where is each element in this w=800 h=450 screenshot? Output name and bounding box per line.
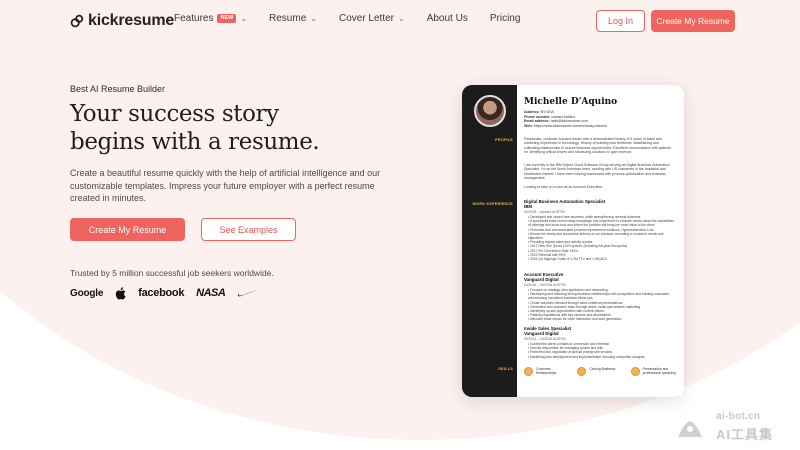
job-meta: 04/2018 – present AUSTIN bbox=[524, 210, 565, 214]
job-company: IBM bbox=[524, 204, 533, 209]
watermark: ai-bot.cn AI工具集 bbox=[676, 411, 791, 442]
hero-subtext: Create a beautiful resume quickly with t… bbox=[70, 168, 381, 203]
chevron-down-icon: ⌄ bbox=[398, 14, 405, 23]
job-bullets: • Developed and closed new business, whi… bbox=[528, 215, 674, 261]
skill-dot-icon bbox=[524, 367, 533, 376]
apple-logo-icon bbox=[116, 286, 126, 300]
resume-name: Michelle D'Aquino bbox=[524, 97, 618, 107]
list-item: • 2022 Q4 Signings Goals of 1,2M TTV and… bbox=[528, 257, 608, 262]
nav-item-features[interactable]: Features NEW ⌄ bbox=[174, 13, 247, 24]
skill-label: Customer Relationships bbox=[536, 367, 557, 376]
create-resume-header-button[interactable]: Create My Resume bbox=[651, 10, 735, 32]
skill-dot-icon bbox=[630, 367, 640, 376]
headline-line-2: begins with a resume. bbox=[70, 129, 320, 155]
work-experience-section-label: WORK EXPERIENCE bbox=[472, 202, 513, 206]
resume-preview: PROFILE WORK EXPERIENCE SKILLS Michelle … bbox=[462, 85, 684, 397]
job-company: Vanguard Digital bbox=[524, 331, 559, 336]
resume-contact: Address: NY/USA Phone number: contact hi… bbox=[524, 110, 607, 128]
nav-item-label: Resume bbox=[269, 13, 307, 24]
chevron-down-icon: ⌄ bbox=[240, 14, 248, 23]
watermark-name: AI工具集 bbox=[716, 427, 774, 442]
job-bullets: • Guided first client contacts in conver… bbox=[528, 342, 674, 359]
see-examples-button[interactable]: See Examples bbox=[201, 218, 296, 241]
new-badge: NEW bbox=[217, 13, 237, 24]
list-item: • Ensure the timely and successful deliv… bbox=[528, 231, 664, 241]
list-item: • Marketing plan development and impleme… bbox=[528, 354, 646, 359]
profile-paragraph: I am currently in the IBM Hybrid Cloud S… bbox=[524, 163, 670, 181]
nav-item-resume[interactable]: Resume ⌄ bbox=[269, 13, 317, 24]
contact-row: Web: https://www.kickresume.com/en/ready… bbox=[524, 123, 608, 128]
logo-text: kickresume bbox=[88, 12, 175, 29]
list-item: • Developing and fostering strong busine… bbox=[528, 292, 670, 301]
trusted-text: Trusted by 5 million successful job seek… bbox=[70, 268, 274, 278]
skill-item: Customer Relationships bbox=[524, 367, 571, 376]
skills-list: Customer Relationships Closing Business … bbox=[524, 367, 678, 376]
chevron-down-icon: ⌄ bbox=[310, 14, 317, 23]
nike-swoosh-icon bbox=[238, 289, 260, 297]
job-company: Vanguard Digital bbox=[524, 277, 559, 282]
avatar bbox=[474, 95, 506, 127]
profile-section-label: PROFILE bbox=[495, 138, 513, 142]
headline-line-1: Your success story bbox=[70, 101, 279, 127]
page: kickresume Features NEW ⌄ Resume ⌄ Cover… bbox=[0, 0, 800, 450]
watermark-site: ai-bot.cn bbox=[716, 411, 761, 422]
nav-item-about-us[interactable]: About Us bbox=[427, 13, 468, 24]
nasa-logo: NASA bbox=[196, 287, 226, 299]
watermark-logo-icon bbox=[678, 421, 702, 437]
resume-content: Michelle D'Aquino Address: NY/USA Phone … bbox=[524, 85, 678, 397]
logo[interactable]: kickresume bbox=[70, 12, 174, 30]
resume-sidebar: PROFILE WORK EXPERIENCE SKILLS bbox=[462, 85, 517, 397]
create-resume-button[interactable]: Create My Resume bbox=[70, 218, 185, 241]
skill-item: Closing Business bbox=[577, 367, 624, 376]
job-bullets: • Focused on strategy, idea application … bbox=[528, 288, 674, 322]
skill-label: Closing Business bbox=[589, 367, 616, 371]
list-item: • A successful track record using knowle… bbox=[528, 219, 674, 228]
kickresume-logo-icon bbox=[70, 14, 84, 28]
login-button[interactable]: Log In bbox=[596, 10, 645, 32]
skills-section-label: SKILLS bbox=[498, 367, 513, 371]
skill-dot-icon bbox=[577, 367, 587, 376]
main-nav: Features NEW ⌄ Resume ⌄ Cover Letter ⌄ A… bbox=[174, 13, 542, 24]
site-header: kickresume Features NEW ⌄ Resume ⌄ Cover… bbox=[0, 0, 800, 42]
nav-item-label: Features bbox=[174, 13, 214, 24]
job-title: Digital Business Automation Specialist bbox=[524, 199, 606, 204]
nav-item-label: Cover Letter bbox=[338, 13, 394, 24]
nav-item-pricing[interactable]: Pricing bbox=[490, 13, 521, 24]
skill-item: Presentation and professional speaking bbox=[630, 367, 678, 376]
nav-item-label: About Us bbox=[426, 13, 468, 24]
hero-eyebrow: Best AI Resume Builder bbox=[70, 84, 166, 94]
skill-label: Presentation and professional speaking bbox=[642, 367, 676, 376]
client-logos: Google facebook NASA bbox=[70, 285, 260, 301]
profile-paragraph: Looking to take on a new as an Account E… bbox=[524, 185, 603, 189]
nav-item-label: Pricing bbox=[489, 13, 521, 24]
job-meta: 04/2016 – 04/2018 AUSTIN bbox=[524, 283, 566, 287]
job-meta: 09/2014 – 04/2016 AUSTIN bbox=[524, 337, 566, 341]
list-item: • Attended trade shows for client intera… bbox=[528, 317, 623, 322]
hero-headline: Your success story begins with a resume. bbox=[70, 100, 400, 156]
nav-item-cover-letter[interactable]: Cover Letter ⌄ bbox=[339, 13, 405, 24]
google-logo: Google bbox=[70, 287, 104, 299]
facebook-logo: facebook bbox=[138, 287, 185, 299]
profile-paragraph: Passionate, customer-focused leader with… bbox=[524, 137, 672, 155]
